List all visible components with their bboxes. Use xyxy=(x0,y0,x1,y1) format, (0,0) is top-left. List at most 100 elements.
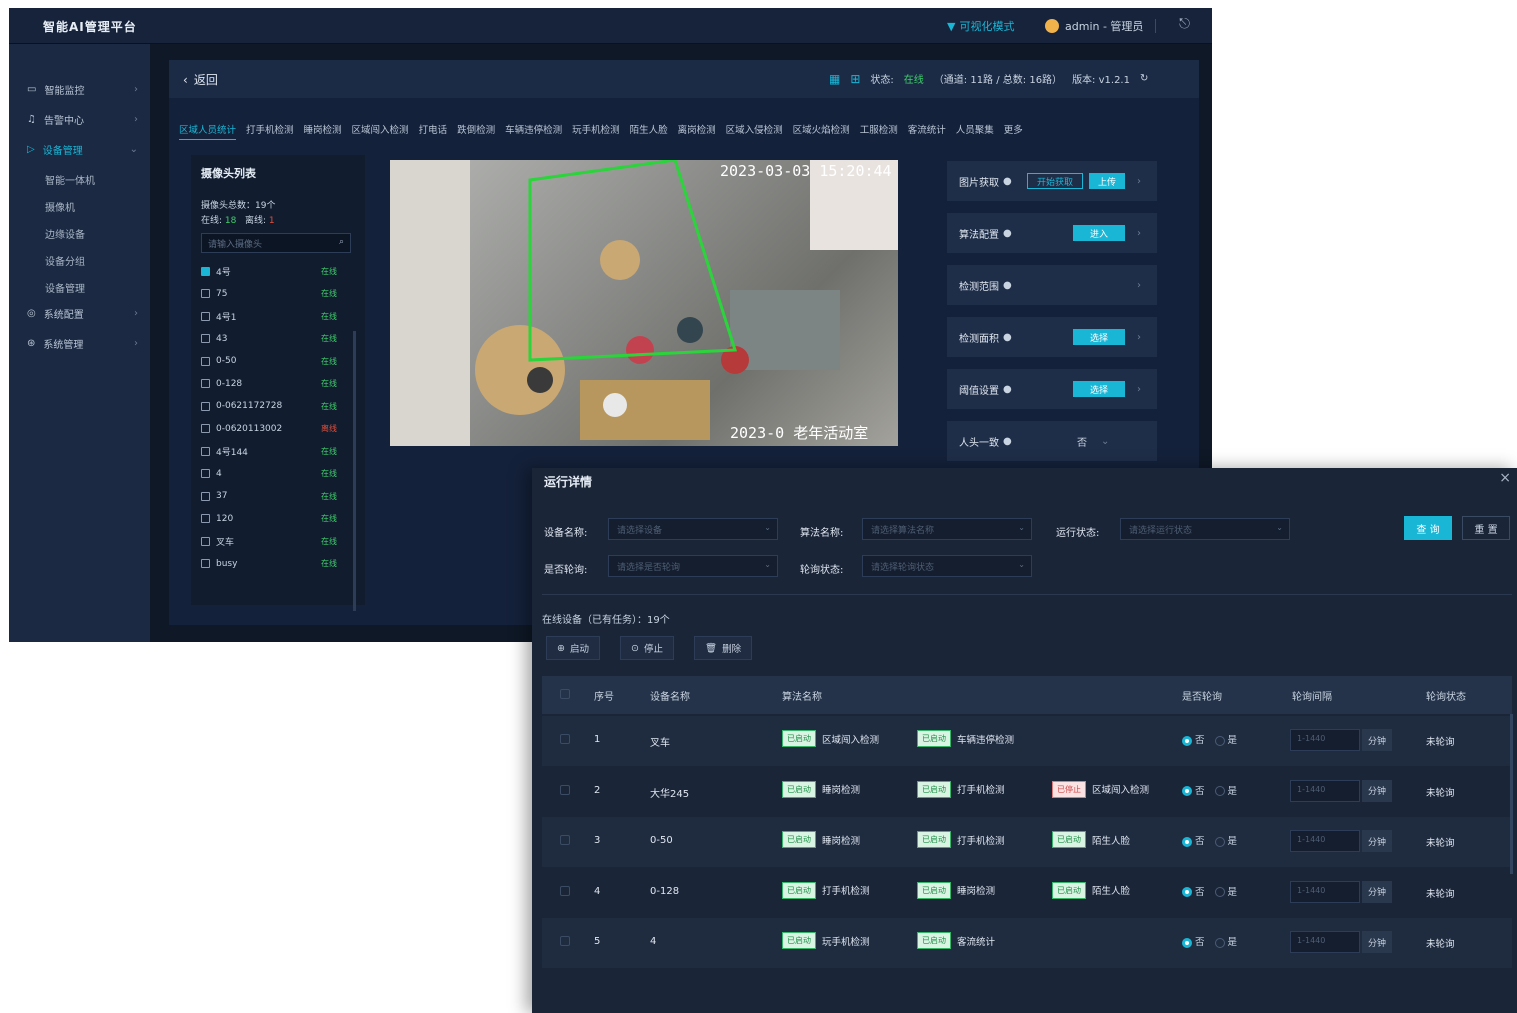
user-menu[interactable]: admin - 管理员 xyxy=(1045,18,1143,34)
camera-checkbox[interactable] xyxy=(201,446,210,456)
radio-button[interactable] xyxy=(1182,887,1192,897)
tab-item[interactable]: 跌倒检测 xyxy=(457,122,495,140)
radio-button[interactable] xyxy=(1182,937,1192,948)
search-icon[interactable]: ⌕ xyxy=(339,237,344,247)
stop-button[interactable]: ⊙ 停止 xyxy=(620,636,674,660)
select-all-checkbox[interactable] xyxy=(560,689,570,699)
config-row-range[interactable]: 检测范围 ● › xyxy=(947,265,1157,305)
sidebar-item-alarm[interactable]: ♫ 告警中心 › xyxy=(9,106,150,132)
poll-radio-yes[interactable]: 是 xyxy=(1214,732,1237,746)
poll-radio-yes[interactable]: 是 xyxy=(1214,833,1237,847)
sidebar-item-monitor[interactable]: ▭ 智能监控 › xyxy=(9,76,150,102)
radio-button[interactable] xyxy=(1214,887,1225,897)
tab-item[interactable]: 打电话 xyxy=(419,122,448,140)
poll-radio-no[interactable]: 否 xyxy=(1182,732,1205,746)
scrollbar[interactable] xyxy=(1510,714,1513,874)
camera-list-item[interactable]: 4 在线 xyxy=(201,466,351,482)
sidebar-subitem[interactable]: 设备管理 xyxy=(45,280,85,295)
select-button[interactable]: 选择 xyxy=(1073,329,1125,345)
sidebar-item-system[interactable]: ⊛ 系统管理 › xyxy=(9,330,150,356)
tab-item[interactable]: 车辆违停检测 xyxy=(505,122,562,140)
camera-list-item[interactable]: 120 在线 xyxy=(201,511,351,527)
row-checkbox[interactable] xyxy=(560,885,570,896)
camera-list-item[interactable]: busy 在线 xyxy=(201,556,351,572)
tab-item[interactable]: 区域入侵检测 xyxy=(726,122,783,140)
poll-interval-input[interactable]: 1-1440 xyxy=(1290,830,1360,852)
camera-checkbox[interactable] xyxy=(201,514,210,523)
close-icon[interactable]: × xyxy=(1499,470,1511,486)
tab-item[interactable]: 打手机检测 xyxy=(246,122,294,140)
camera-list-item[interactable]: 0-50 在线 xyxy=(201,353,351,369)
chevron-right-icon[interactable]: › xyxy=(1137,228,1141,239)
camera-list-item[interactable]: 0-0620113002 离线 xyxy=(201,421,351,437)
poll-state-select[interactable]: 请选择轮询状态 ⌄ xyxy=(862,555,1032,577)
poll-radio-no[interactable]: 否 xyxy=(1182,884,1205,898)
row-checkbox[interactable] xyxy=(560,835,570,845)
radio-button[interactable] xyxy=(1182,735,1192,746)
poll-radio-yes[interactable]: 是 xyxy=(1214,934,1237,948)
tab-item[interactable]: 工服检测 xyxy=(860,122,898,140)
reset-button[interactable]: 重 置 xyxy=(1462,516,1510,540)
tab-item[interactable]: 玩手机检测 xyxy=(572,122,620,140)
camera-list-item[interactable]: 75 在线 xyxy=(201,286,351,302)
chevron-right-icon[interactable]: › xyxy=(1137,384,1141,395)
camera-list-item[interactable]: 4号 在线 xyxy=(201,263,351,279)
camera-list-item[interactable]: 0-0621172728 在线 xyxy=(201,398,351,414)
chevron-right-icon[interactable]: › xyxy=(1137,332,1141,343)
upload-button[interactable]: 上传 xyxy=(1089,173,1125,189)
layout-icon[interactable]: ⊞ xyxy=(850,72,860,86)
poll-radio-no[interactable]: 否 xyxy=(1182,783,1205,797)
grid-icon[interactable]: ▦ xyxy=(829,72,840,86)
radio-button[interactable] xyxy=(1182,836,1192,847)
enter-button[interactable]: 进入 xyxy=(1073,225,1125,241)
head-select[interactable]: 否 xyxy=(1077,434,1087,449)
tab-item[interactable]: 区域人员统计 xyxy=(179,122,237,140)
algo-select[interactable]: 请选择算法名称 ⌄ xyxy=(862,518,1032,540)
sidebar-item-devices[interactable]: ▷ 设备管理 ⌄ xyxy=(9,136,150,162)
start-capture-button[interactable]: 开始获取 xyxy=(1027,173,1083,189)
camera-list-item[interactable]: 37 在线 xyxy=(201,488,351,504)
sidebar-subitem[interactable]: 摄像机 xyxy=(45,199,75,214)
camera-checkbox[interactable] xyxy=(201,469,210,478)
tab-item[interactable]: 区域闯入检测 xyxy=(352,122,409,140)
poll-interval-input[interactable]: 1-1440 xyxy=(1290,931,1360,953)
query-button[interactable]: 查 询 xyxy=(1404,516,1452,540)
row-checkbox[interactable] xyxy=(560,936,570,946)
camera-checkbox[interactable] xyxy=(201,289,210,298)
row-checkbox[interactable] xyxy=(560,784,570,795)
poll-interval-input[interactable]: 1-1440 xyxy=(1290,880,1360,903)
back-button[interactable]: ‹ 返回 xyxy=(183,71,218,88)
run-state-select[interactable]: 请选择运行状态 ⌄ xyxy=(1120,518,1290,540)
sidebar-subitem[interactable]: 设备分组 xyxy=(45,253,85,268)
select-button[interactable]: 选择 xyxy=(1073,381,1125,397)
tab-item[interactable]: 客流统计 xyxy=(908,122,946,140)
chevron-right-icon[interactable]: › xyxy=(1137,176,1141,187)
camera-checkbox[interactable] xyxy=(201,559,210,568)
row-checkbox[interactable] xyxy=(560,734,570,744)
poll-radio-yes[interactable]: 是 xyxy=(1214,884,1237,898)
poll-interval-input[interactable]: 1-1440 xyxy=(1290,729,1360,751)
tab-item[interactable]: 区域火焰检测 xyxy=(793,122,850,140)
poll-select[interactable]: 请选择是否轮询 ⌄ xyxy=(608,555,778,577)
radio-button[interactable] xyxy=(1214,786,1225,796)
camera-checkbox[interactable] xyxy=(201,356,210,366)
camera-checkbox[interactable] xyxy=(201,424,210,433)
camera-search-input[interactable]: 请输入摄像头 ⌕ xyxy=(201,233,351,253)
camera-checkbox[interactable] xyxy=(201,401,210,411)
radio-button[interactable] xyxy=(1214,735,1225,746)
camera-checkbox[interactable] xyxy=(201,491,210,501)
camera-list-item[interactable]: 4号1 在线 xyxy=(201,308,351,324)
chevron-right-icon[interactable]: › xyxy=(1137,280,1141,291)
radio-button[interactable] xyxy=(1214,836,1225,847)
camera-list-item[interactable]: 0-128 在线 xyxy=(201,376,351,392)
tab-item[interactable]: 更多 xyxy=(1004,122,1023,140)
camera-list-item[interactable]: 叉车 在线 xyxy=(201,533,351,549)
camera-checkbox[interactable] xyxy=(201,266,210,276)
sidebar-subitem[interactable]: 边缘设备 xyxy=(45,226,85,241)
camera-list-item[interactable]: 4号144 在线 xyxy=(201,443,351,459)
poll-radio-no[interactable]: 否 xyxy=(1182,934,1205,948)
poll-radio-yes[interactable]: 是 xyxy=(1214,783,1237,797)
sidebar-item-config[interactable]: ◎ 系统配置 › xyxy=(9,300,150,326)
poll-interval-input[interactable]: 1-1440 xyxy=(1290,779,1360,802)
camera-checkbox[interactable] xyxy=(201,536,210,546)
